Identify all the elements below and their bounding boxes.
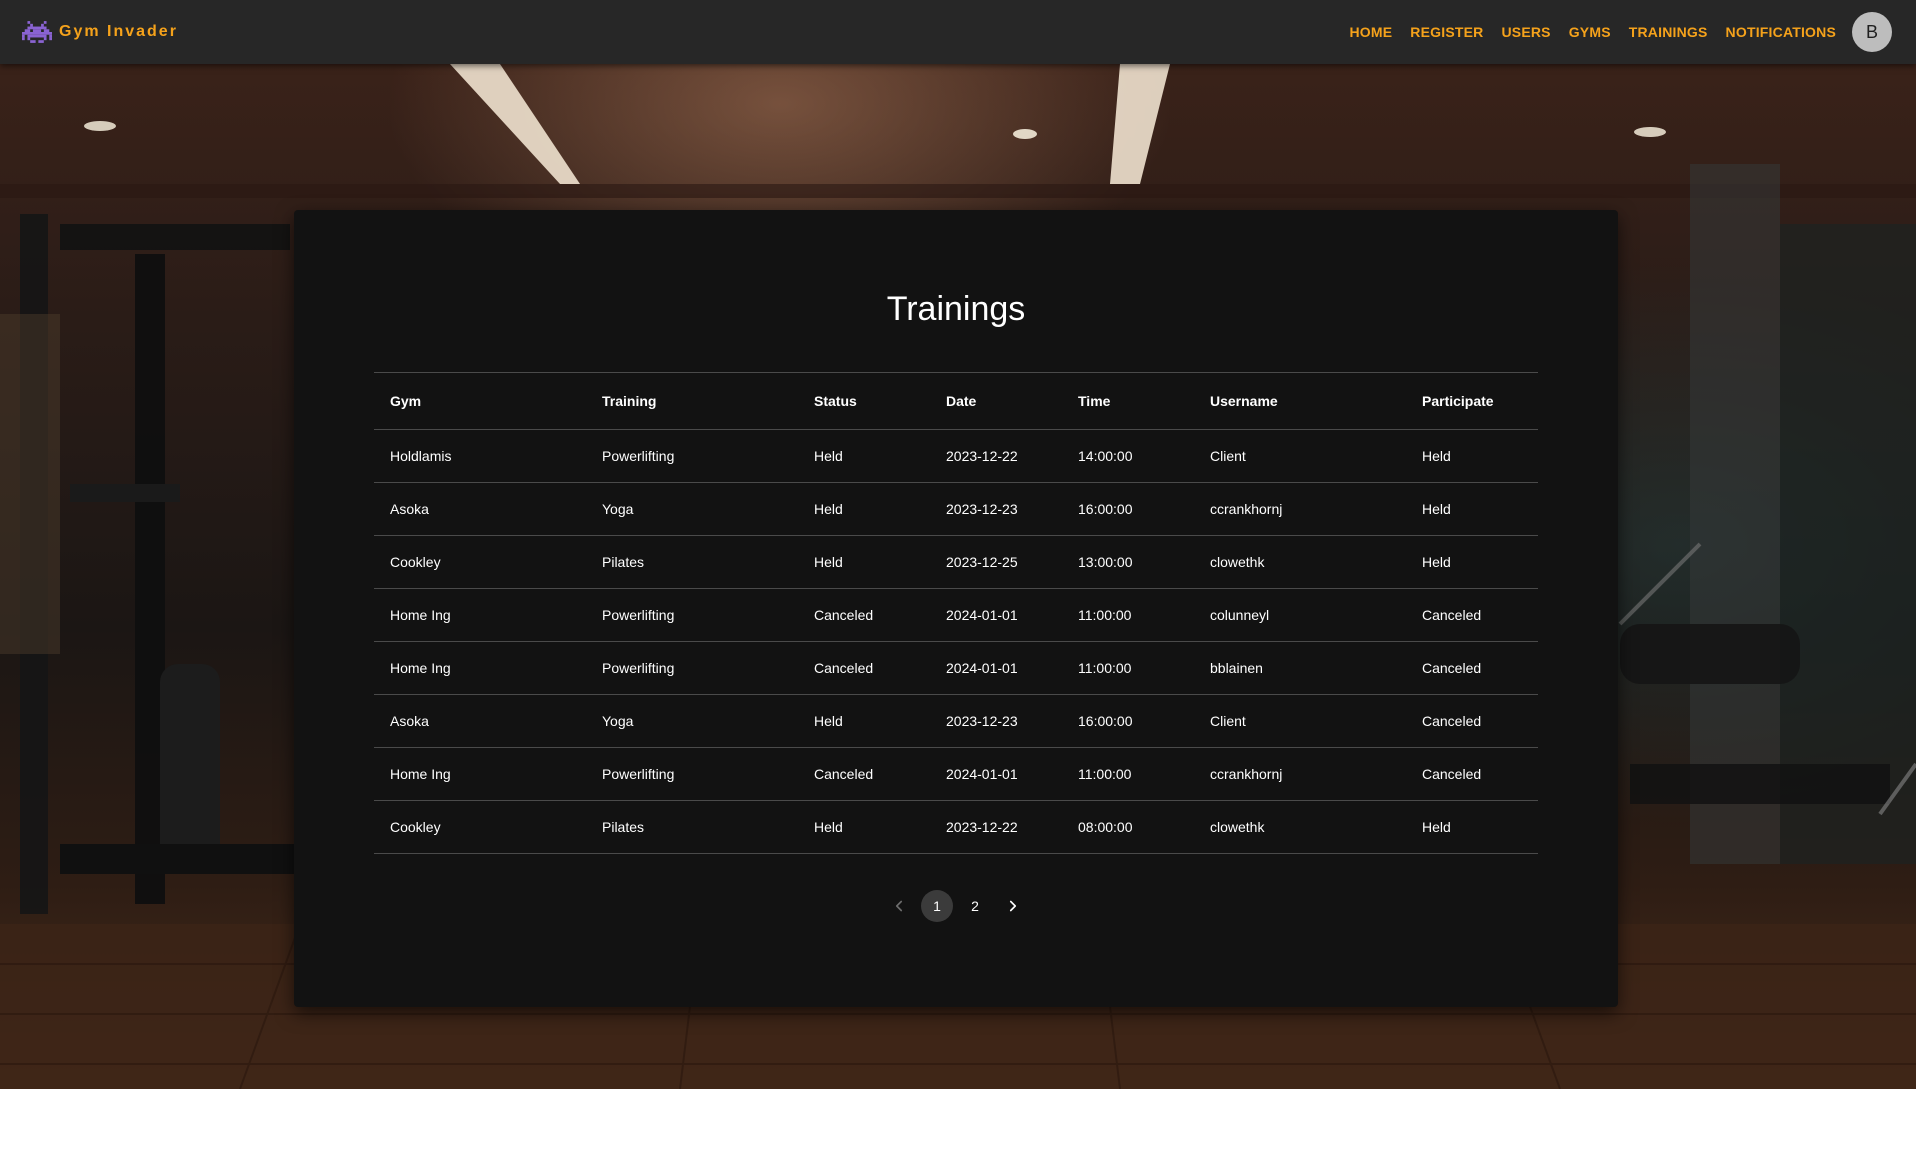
nav-notifications-link[interactable]: NOTIFICATIONS	[1726, 24, 1836, 40]
cell-status: Held	[798, 535, 930, 589]
column-header-participate: Participate	[1406, 372, 1538, 430]
nav-home-link[interactable]: HOME	[1349, 24, 1392, 40]
page-title: Trainings	[886, 290, 1026, 328]
chevron-right-icon	[1009, 900, 1017, 912]
table-row: Home Ing Powerlifting Canceled 2024-01-0…	[374, 641, 1538, 695]
cell-status: Canceled	[798, 641, 930, 695]
cell-gym: Home Ing	[374, 641, 586, 695]
cell-participate: Held	[1406, 535, 1538, 589]
page-2-button[interactable]: 2	[959, 890, 991, 922]
cell-training: Pilates	[586, 535, 798, 589]
cell-training: Yoga	[586, 694, 798, 748]
cell-training: Powerlifting	[586, 747, 798, 801]
cell-username: ccrankhornj	[1194, 482, 1406, 536]
top-navbar: Gym Invader HOME REGISTER USERS GYMS TRA…	[0, 0, 1916, 64]
user-avatar-button[interactable]: B	[1852, 12, 1892, 52]
table-body: Holdlamis Powerlifting Held 2023-12-22 1…	[374, 429, 1538, 854]
nav-gyms-link[interactable]: GYMS	[1569, 24, 1611, 40]
table-row: Asoka Yoga Held 2023-12-23 16:00:00 ccra…	[374, 482, 1538, 536]
column-header-status: Status	[798, 372, 930, 430]
cell-date: 2023-12-25	[930, 535, 1062, 589]
cell-status: Held	[798, 694, 930, 748]
main-nav: HOME REGISTER USERS GYMS TRAININGS NOTIF…	[1331, 0, 1836, 64]
cell-participate: Canceled	[1406, 641, 1538, 695]
trainings-card: Trainings Gym Training Status Date Time …	[294, 210, 1618, 1007]
cell-time: 11:00:00	[1062, 747, 1194, 801]
page-1-button[interactable]: 1	[921, 890, 953, 922]
cell-participate: Canceled	[1406, 588, 1538, 642]
cell-username: Client	[1194, 429, 1406, 483]
column-header-date: Date	[930, 372, 1062, 430]
cell-time: 16:00:00	[1062, 482, 1194, 536]
cell-username: clowethk	[1194, 800, 1406, 854]
table-row: Home Ing Powerlifting Canceled 2024-01-0…	[374, 588, 1538, 642]
cell-participate: Held	[1406, 800, 1538, 854]
column-header-training: Training	[586, 372, 798, 430]
table-row: Cookley Pilates Held 2023-12-22 08:00:00…	[374, 800, 1538, 854]
cell-date: 2023-12-23	[930, 694, 1062, 748]
table-row: Asoka Yoga Held 2023-12-23 16:00:00 Clie…	[374, 694, 1538, 748]
cell-username: clowethk	[1194, 535, 1406, 589]
cell-status: Canceled	[798, 747, 930, 801]
cell-date: 2024-01-01	[930, 747, 1062, 801]
cell-status: Held	[798, 429, 930, 483]
previous-page-button[interactable]	[883, 890, 915, 922]
cell-time: 08:00:00	[1062, 800, 1194, 854]
next-page-button[interactable]	[997, 890, 1029, 922]
cell-participate: Held	[1406, 429, 1538, 483]
cell-date: 2023-12-22	[930, 429, 1062, 483]
cell-participate: Canceled	[1406, 694, 1538, 748]
cell-date: 2023-12-23	[930, 482, 1062, 536]
cell-time: 14:00:00	[1062, 429, 1194, 483]
cell-gym: Asoka	[374, 482, 586, 536]
nav-trainings-link[interactable]: TRAININGS	[1629, 24, 1708, 40]
column-header-gym: Gym	[374, 372, 586, 430]
cell-gym: Holdlamis	[374, 429, 586, 483]
nav-register-link[interactable]: REGISTER	[1410, 24, 1483, 40]
cell-date: 2024-01-01	[930, 588, 1062, 642]
cell-status: Held	[798, 482, 930, 536]
nav-users-link[interactable]: USERS	[1501, 24, 1550, 40]
chevron-left-icon	[895, 900, 903, 912]
cell-gym: Home Ing	[374, 747, 586, 801]
table-header: Gym Training Status Date Time Username P…	[374, 372, 1538, 430]
cell-username: ccrankhornj	[1194, 747, 1406, 801]
trainings-table-container: Gym Training Status Date Time Username P…	[374, 372, 1538, 854]
cell-training: Pilates	[586, 800, 798, 854]
cell-participate: Canceled	[1406, 747, 1538, 801]
table-row: Holdlamis Powerlifting Held 2023-12-22 1…	[374, 429, 1538, 483]
cell-gym: Asoka	[374, 694, 586, 748]
column-header-time: Time	[1062, 372, 1194, 430]
column-header-username: Username	[1194, 372, 1406, 430]
cell-status: Held	[798, 800, 930, 854]
cell-gym: Home Ing	[374, 588, 586, 642]
pagination: 1 2	[294, 890, 1618, 922]
cell-username: Client	[1194, 694, 1406, 748]
table-header-row: Gym Training Status Date Time Username P…	[374, 372, 1538, 430]
cell-gym: Cookley	[374, 800, 586, 854]
cell-training: Powerlifting	[586, 429, 798, 483]
brand-name: Gym Invader	[59, 23, 178, 40]
cell-training: Yoga	[586, 482, 798, 536]
space-invader-icon	[22, 21, 52, 43]
brand-home-link[interactable]: Gym Invader	[22, 18, 178, 46]
trainings-table: Gym Training Status Date Time Username P…	[374, 372, 1538, 854]
cell-time: 16:00:00	[1062, 694, 1194, 748]
cell-username: colunneyl	[1194, 588, 1406, 642]
cell-time: 11:00:00	[1062, 588, 1194, 642]
cell-time: 13:00:00	[1062, 535, 1194, 589]
cell-status: Canceled	[798, 588, 930, 642]
cell-date: 2023-12-22	[930, 800, 1062, 854]
cell-gym: Cookley	[374, 535, 586, 589]
table-row: Home Ing Powerlifting Canceled 2024-01-0…	[374, 747, 1538, 801]
cell-username: bblainen	[1194, 641, 1406, 695]
cell-time: 11:00:00	[1062, 641, 1194, 695]
cell-date: 2024-01-01	[930, 641, 1062, 695]
table-row: Cookley Pilates Held 2023-12-25 13:00:00…	[374, 535, 1538, 589]
cell-training: Powerlifting	[586, 588, 798, 642]
cell-training: Powerlifting	[586, 641, 798, 695]
cell-participate: Held	[1406, 482, 1538, 536]
